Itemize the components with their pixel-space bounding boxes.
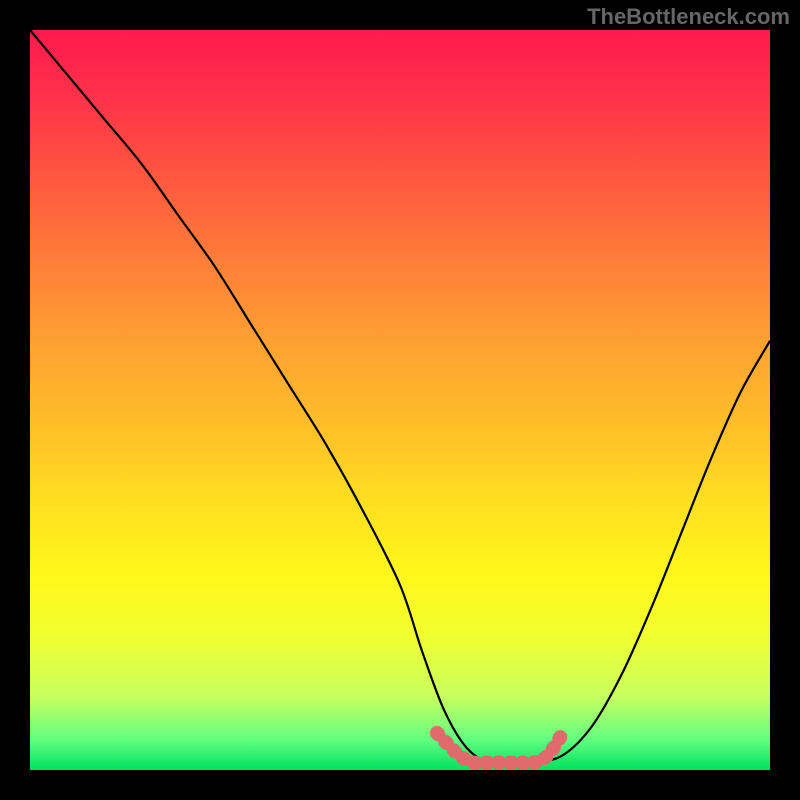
sweet-spot-path: [437, 733, 563, 763]
plot-area: [30, 30, 770, 770]
watermark-text: TheBottleneck.com: [587, 4, 790, 30]
chart-svg: [30, 30, 770, 770]
bottleneck-curve-path: [30, 30, 770, 764]
